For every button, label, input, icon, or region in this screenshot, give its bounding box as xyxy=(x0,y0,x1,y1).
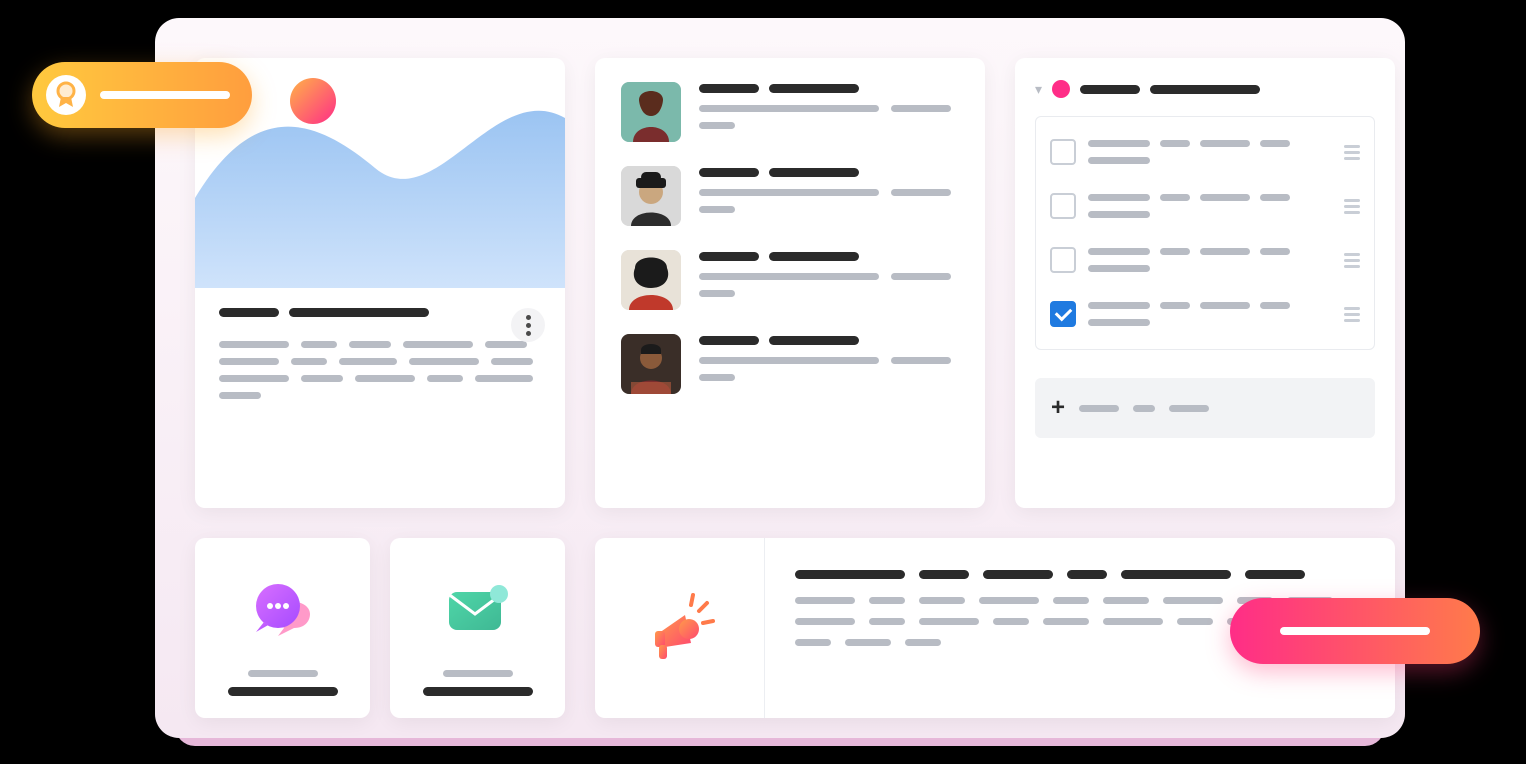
avatar xyxy=(621,250,681,310)
checkbox[interactable] xyxy=(1050,139,1076,165)
task-row[interactable] xyxy=(1036,233,1374,287)
ribbon-icon xyxy=(46,75,86,115)
list-item[interactable] xyxy=(621,166,959,226)
mail-icon xyxy=(443,582,513,638)
drag-handle-icon[interactable] xyxy=(1344,307,1360,322)
task-row[interactable] xyxy=(1036,125,1374,179)
chevron-down-icon: ▾ xyxy=(1035,81,1042,98)
chart-card xyxy=(195,58,565,508)
task-row[interactable] xyxy=(1036,287,1374,341)
person-title xyxy=(699,336,959,345)
dashboard-board: ▾ xyxy=(155,18,1405,738)
sun-icon xyxy=(290,78,336,124)
drag-handle-icon[interactable] xyxy=(1344,199,1360,214)
floating-action-pill[interactable] xyxy=(1230,598,1480,664)
mail-tile[interactable] xyxy=(390,538,565,718)
people-list-card xyxy=(595,58,985,508)
checkbox[interactable] xyxy=(1050,301,1076,327)
drag-handle-icon[interactable] xyxy=(1344,253,1360,268)
list-item[interactable] xyxy=(621,82,959,142)
megaphone-icon xyxy=(641,589,719,667)
avatar xyxy=(621,166,681,226)
status-dot-icon xyxy=(1052,80,1070,98)
task-list-card: ▾ xyxy=(1015,58,1395,508)
chart-description xyxy=(219,341,541,399)
task-list xyxy=(1035,116,1375,350)
announcement-title xyxy=(795,570,1365,579)
chat-tile[interactable] xyxy=(195,538,370,718)
person-title xyxy=(699,252,959,261)
list-item[interactable] xyxy=(621,334,959,394)
chat-icon xyxy=(248,580,318,640)
checkbox[interactable] xyxy=(1050,247,1076,273)
list-item[interactable] xyxy=(621,250,959,310)
add-task-button[interactable]: + xyxy=(1035,378,1375,438)
more-menu-button[interactable] xyxy=(511,308,545,342)
person-title xyxy=(699,84,959,93)
checkbox[interactable] xyxy=(1050,193,1076,219)
achievement-badge[interactable] xyxy=(32,62,252,128)
person-title xyxy=(699,168,959,177)
task-section-header[interactable]: ▾ xyxy=(1035,80,1375,98)
drag-handle-icon[interactable] xyxy=(1344,145,1360,160)
task-row[interactable] xyxy=(1036,179,1374,233)
chart-title xyxy=(219,308,541,317)
avatar xyxy=(621,82,681,142)
plus-icon: + xyxy=(1051,394,1065,422)
avatar xyxy=(621,334,681,394)
